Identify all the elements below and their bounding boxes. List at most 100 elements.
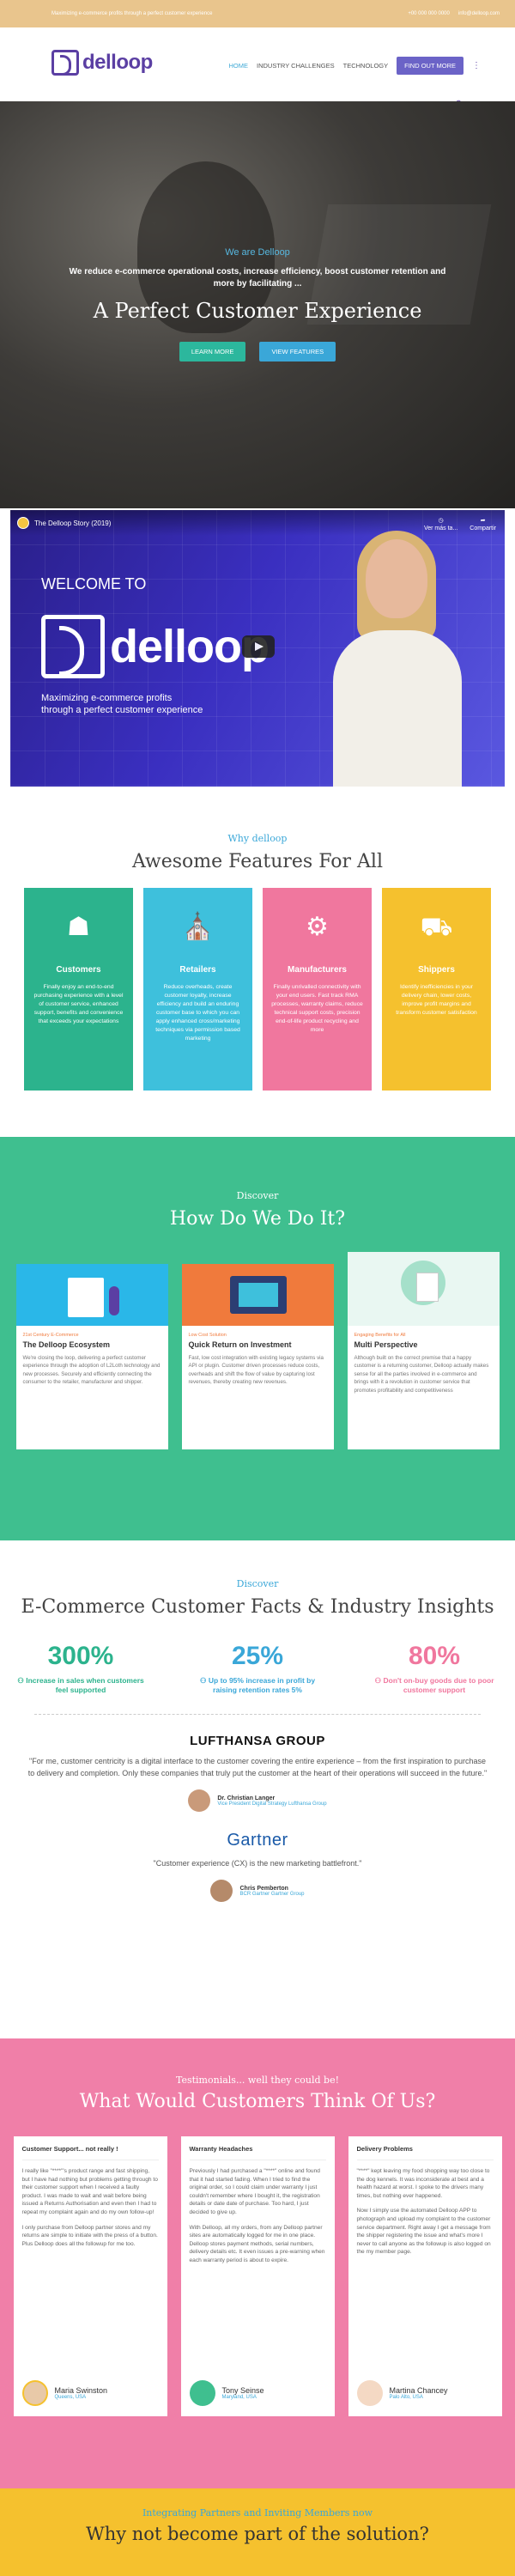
quote-gartner: Gartner "Customer experience (CX) is the… bbox=[0, 1831, 515, 1902]
feature-card-retailers: ⛪ Retailers Reduce overheads, create cus… bbox=[143, 888, 252, 1091]
features-section: Why delloop Awesome Features For All ☗ C… bbox=[0, 833, 515, 1091]
email-link[interactable]: info@delloop.com bbox=[458, 11, 500, 16]
partners-section: Integrating Partners and Inviting Member… bbox=[0, 2488, 515, 2576]
how-card-roi: Low Cost Solution Quick Return on Invest… bbox=[181, 1264, 334, 1449]
stat-number: 25% bbox=[231, 1642, 284, 1670]
facts-eyebrow: Discover bbox=[236, 1578, 279, 1589]
nav-industry-challenges[interactable]: Industry Challenges bbox=[257, 62, 335, 70]
partners-title: Why not become part of the solution? bbox=[86, 2524, 429, 2544]
testimonials-title: What Would Customers Think Of Us? bbox=[79, 2091, 436, 2112]
person-name: Dr. Christian Langer bbox=[217, 1795, 276, 1801]
nav-technology[interactable]: Technology bbox=[343, 62, 389, 70]
users-icon: ⚇ bbox=[199, 1676, 207, 1685]
clock-icon: ◷ bbox=[438, 518, 444, 524]
stat-number: 300% bbox=[47, 1642, 114, 1670]
hero-title: A Perfect Customer Experience bbox=[93, 299, 422, 323]
video-title[interactable]: The Delloop Story (2019) bbox=[34, 519, 111, 527]
factory-icon: ⚙ bbox=[306, 913, 329, 941]
feature-card-title: Retailers bbox=[179, 965, 216, 975]
feature-card-customers: ☗ Customers Finally enjoy an end-to-end … bbox=[24, 888, 133, 1091]
how-eyebrow: Discover bbox=[236, 1190, 279, 1201]
testimonial-location: Maryland, USA bbox=[221, 2395, 257, 2400]
truck-icon: ⛟ bbox=[420, 913, 453, 941]
feature-card-manufacturers: ⚙ Manufacturers Finally unrivalled conne… bbox=[263, 888, 372, 1091]
ecosystem-illustration bbox=[15, 1264, 168, 1326]
testimonial-name: Martina Chancey bbox=[389, 2386, 448, 2395]
features-eyebrow: Why delloop bbox=[227, 833, 288, 844]
video-tagline: Maximizing e-commerce profits through a … bbox=[41, 692, 203, 716]
roi-illustration bbox=[181, 1264, 334, 1326]
testimonial-name: Maria Swinston bbox=[54, 2386, 108, 2395]
nav-home[interactable]: Home bbox=[229, 62, 249, 70]
customer-icon: ☗ bbox=[67, 913, 90, 941]
feature-card-title: Customers bbox=[56, 965, 101, 975]
how-card-ecosystem: 21st Century E-Commerce The Delloop Ecos… bbox=[15, 1264, 168, 1449]
avatar bbox=[210, 1880, 233, 1902]
how-card-title: Quick Return on Investment bbox=[188, 1340, 292, 1349]
find-out-more-button[interactable]: Find Out More bbox=[397, 57, 464, 75]
stat-caption: Up to 95% increase in profit by raising … bbox=[208, 1676, 316, 1694]
testimonial-title: Delivery Problems bbox=[356, 2145, 413, 2153]
main-nav: Home Industry Challenges Technology Find… bbox=[229, 57, 481, 75]
view-features-button[interactable]: View Features bbox=[259, 342, 336, 361]
presenter-image bbox=[324, 527, 470, 787]
stat-sales-increase: 300% ⚇ Increase in sales when customers … bbox=[16, 1642, 145, 1695]
video-tagline-line-2: through a perfect customer experience bbox=[41, 705, 203, 715]
phone-link[interactable]: +00 000 000 0000 bbox=[408, 11, 450, 16]
testimonials-section: Testimonials... well they could be! What… bbox=[0, 2038, 515, 2488]
video-embed[interactable]: The Delloop Story (2019) ◷ Ver más ta... … bbox=[10, 510, 505, 787]
stat-caption: Increase in sales when customers feel su… bbox=[26, 1676, 144, 1694]
share-button[interactable]: ➦ Compartir bbox=[470, 517, 496, 532]
avatar bbox=[21, 2380, 48, 2406]
how-card-text: Although built on the correct premise th… bbox=[354, 1355, 489, 1394]
hero-section: We are Delloop We reduce e-commerce oper… bbox=[0, 101, 515, 508]
stat-number: 80% bbox=[408, 1642, 461, 1670]
store-icon: ⛪ bbox=[181, 913, 215, 941]
site-logo[interactable]: delloop bbox=[52, 50, 153, 76]
more-menu-icon[interactable]: ⋮ bbox=[472, 61, 481, 70]
stat-profit-increase: 25% ⚇ Up to 95% increase in profit by ra… bbox=[193, 1642, 322, 1695]
how-section: Discover How Do We Do It? 21st Century E… bbox=[0, 1137, 515, 1540]
learn-more-button[interactable]: Learn More bbox=[179, 342, 246, 361]
hero-eyebrow: We are Delloop bbox=[225, 247, 290, 258]
how-card-multi-perspective: Engaging Benefits for All Multi Perspect… bbox=[347, 1252, 500, 1449]
channel-avatar[interactable] bbox=[17, 517, 29, 529]
logo-mark-icon bbox=[52, 50, 79, 76]
stat-poor-support: 80% ⚇ Don't on-buy goods due to poor cus… bbox=[370, 1642, 499, 1695]
how-card-kicker: Low Cost Solution bbox=[188, 1333, 227, 1338]
testimonial-location: Queens, USA bbox=[54, 2395, 87, 2400]
users-icon: ⚇ bbox=[374, 1676, 382, 1685]
testimonial-card: Customer Support... not really ! I reall… bbox=[13, 2136, 167, 2416]
how-card-text: Fast, low cost integration with existing… bbox=[188, 1355, 324, 1386]
quote-text: "For me, customer centricity is a digita… bbox=[27, 1757, 488, 1777]
partners-eyebrow: Integrating Partners and Inviting Member… bbox=[142, 2507, 373, 2518]
testimonial-name: Tony Seinse bbox=[221, 2386, 264, 2395]
how-card-kicker: Engaging Benefits for All bbox=[354, 1333, 406, 1338]
share-label: Compartir bbox=[470, 526, 496, 532]
facts-title: E-Commerce Customer Facts & Industry Ins… bbox=[21, 1596, 494, 1618]
video-welcome-text: WELCOME TO bbox=[41, 575, 147, 592]
play-button[interactable] bbox=[242, 635, 275, 658]
how-title: How Do We Do It? bbox=[169, 1208, 346, 1230]
avatar bbox=[188, 1789, 211, 1812]
person-role: Vice President Digital Strategy Lufthans… bbox=[217, 1801, 327, 1807]
how-card-kicker: 21st Century E-Commerce bbox=[22, 1333, 79, 1338]
testimonial-text: Now I simply use the automated Delloop A… bbox=[356, 2208, 491, 2256]
hero-lead: We reduce e-commerce operational costs, … bbox=[69, 267, 446, 289]
testimonial-title: Warranty Headaches bbox=[189, 2145, 253, 2153]
avatar bbox=[189, 2380, 215, 2406]
testimonial-text: With Delloop, all my orders, from any De… bbox=[189, 2224, 325, 2263]
stat-caption: Don't on-buy goods due to poor customer … bbox=[383, 1676, 494, 1694]
top-bar-message: Maximizing e-commerce profits through a … bbox=[52, 10, 213, 16]
feature-card-text: Finally enjoy an end-to-end purchasing e… bbox=[33, 984, 124, 1024]
quote-text: "Customer experience (CX) is the new mar… bbox=[153, 1859, 362, 1868]
feature-card-title: Manufacturers bbox=[288, 965, 347, 975]
testimonial-card: Delivery Problems "****" kept leaving my… bbox=[348, 2136, 502, 2416]
testimonial-text: Previously I had purchased a "****" onli… bbox=[189, 2168, 320, 2215]
feature-card-text: Identify inefficiencies in your delivery… bbox=[396, 984, 477, 1016]
testimonials-eyebrow: Testimonials... well they could be! bbox=[175, 2075, 340, 2086]
video-logo: delloop bbox=[41, 615, 270, 678]
share-icon: ➦ bbox=[480, 518, 486, 524]
feature-card-title: Shippers bbox=[418, 965, 455, 975]
feature-card-text: Reduce overheads, create customer loyalt… bbox=[155, 984, 240, 1042]
